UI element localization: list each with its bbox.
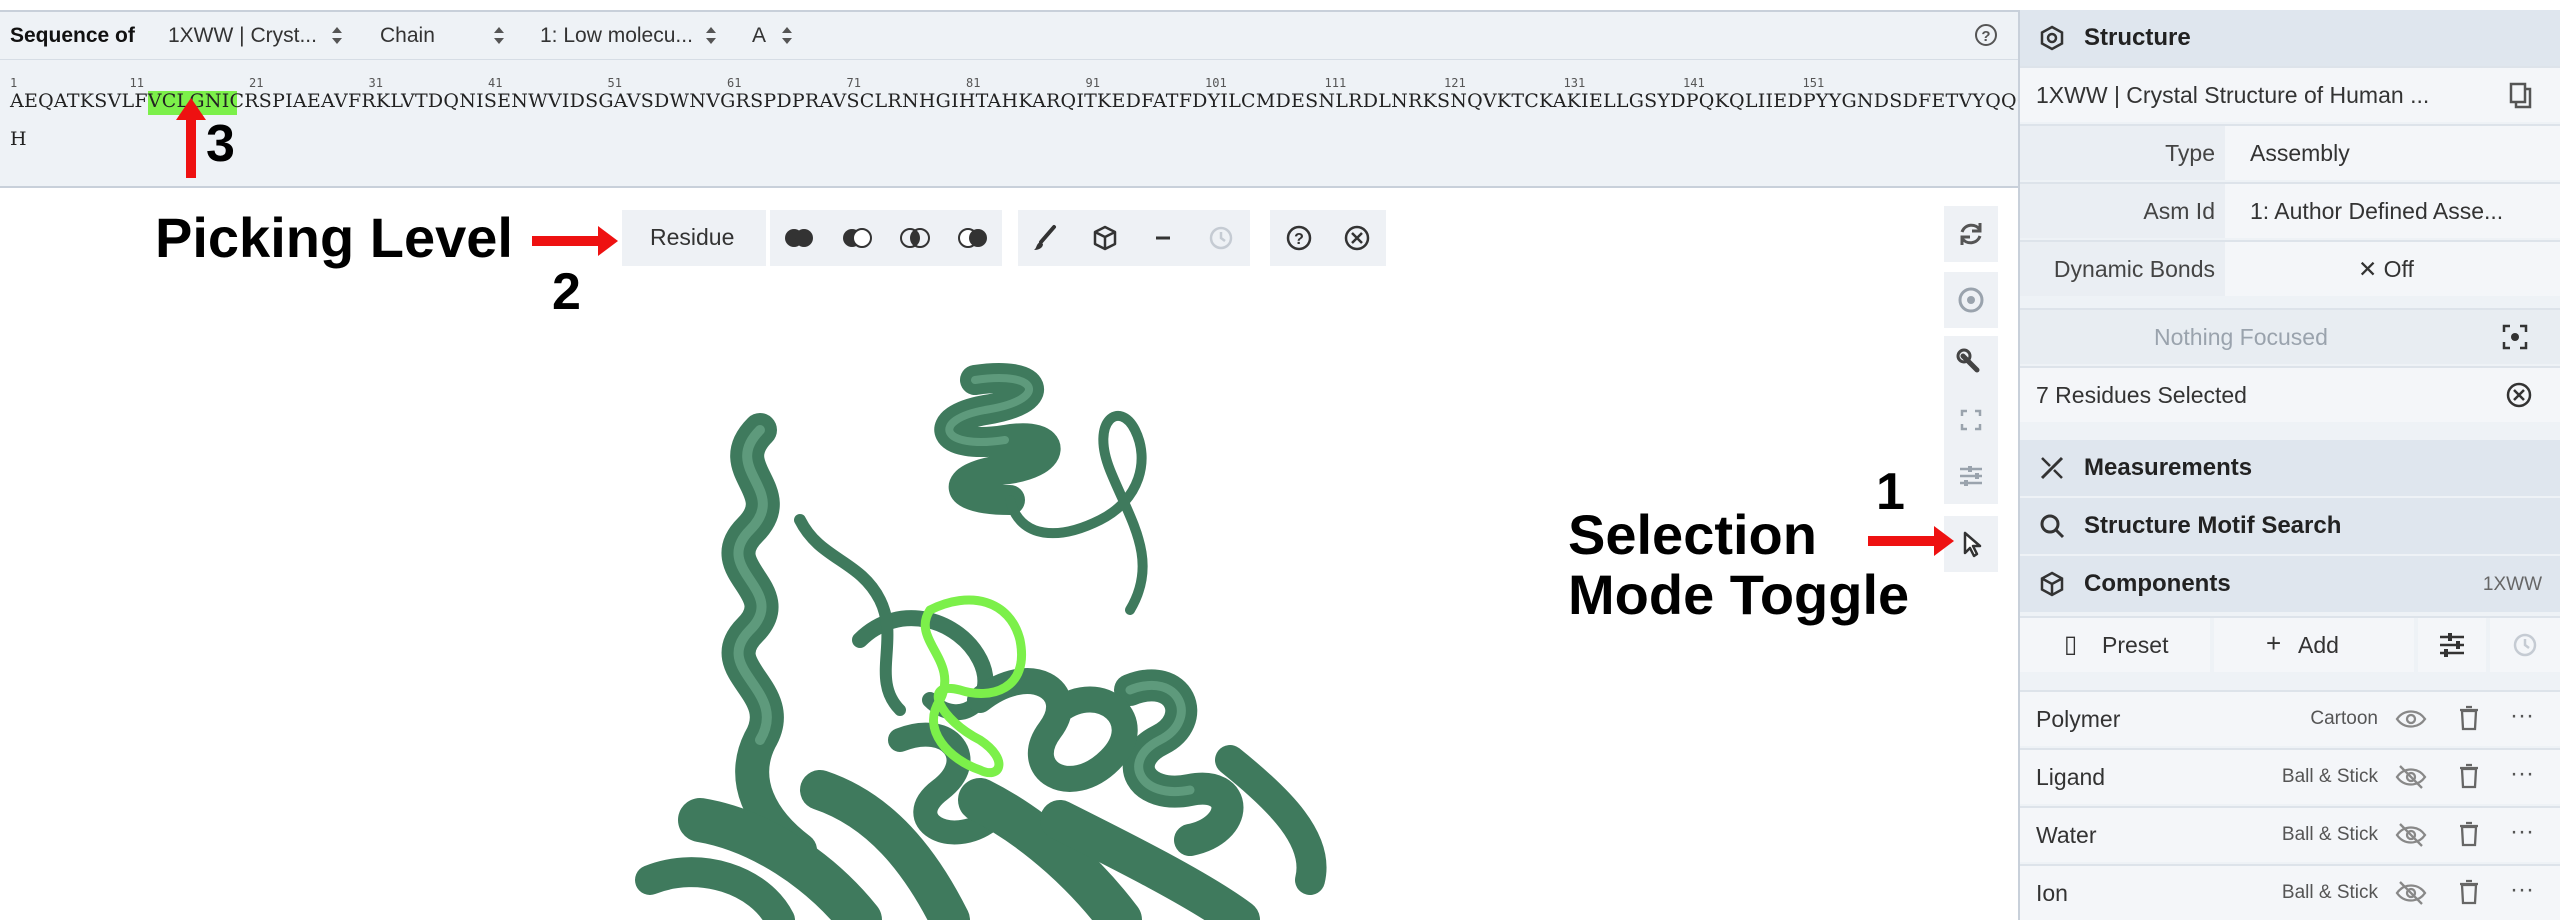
- component-representation[interactable]: Ball & Stick: [2258, 866, 2378, 920]
- structure-entry-row[interactable]: 1XWW | Crystal Structure of Human ...: [2020, 66, 2560, 122]
- add-component-button[interactable]: + Add: [2214, 618, 2414, 672]
- asm-id-value[interactable]: 1: Author Defined Asse...: [2250, 184, 2503, 238]
- preset-button[interactable]: ▯ Preset: [2020, 618, 2210, 672]
- eye-off-icon[interactable]: [2394, 878, 2428, 908]
- component-row[interactable]: Ion Ball & Stick ···: [2020, 864, 2560, 920]
- dynamic-bonds-label: Dynamic Bonds: [2020, 242, 2225, 296]
- component-name: Polymer: [2036, 706, 2121, 732]
- bookmark-icon: ▯: [2064, 631, 2078, 658]
- trash-icon[interactable]: [2454, 818, 2484, 850]
- component-options-button[interactable]: [2418, 618, 2486, 672]
- focus-text: Nothing Focused: [2154, 324, 2328, 350]
- eye-icon[interactable]: [2394, 704, 2428, 734]
- arrow-2-shaft: [532, 236, 602, 246]
- structure-icon: [2040, 25, 2064, 51]
- component-name: Ligand: [2036, 764, 2106, 790]
- asm-id-label: Asm Id: [2020, 184, 2225, 238]
- focus-row[interactable]: Nothing Focused: [2020, 308, 2560, 364]
- type-value[interactable]: Assembly: [2250, 126, 2350, 180]
- component-name: Ion: [2036, 880, 2068, 906]
- asm-id-row[interactable]: Asm Id 1: Author Defined Asse...: [2020, 182, 2560, 238]
- component-representation[interactable]: Cartoon: [2258, 692, 2378, 746]
- trash-icon[interactable]: [2454, 702, 2484, 734]
- focus-target-icon[interactable]: [2500, 322, 2530, 352]
- structure-entry-text: 1XWW | Crystal Structure of Human ...: [2036, 82, 2430, 108]
- more-options-icon[interactable]: ···: [2510, 876, 2534, 904]
- measurements-header[interactable]: Measurements: [2020, 440, 2560, 496]
- copy-icon[interactable]: [2504, 80, 2534, 110]
- components-tag: 1XWW: [2482, 574, 2542, 595]
- cube-icon: [2040, 571, 2064, 597]
- components-title: Components: [2084, 570, 2231, 597]
- arrow-1-shaft: [1868, 536, 1938, 546]
- search-icon: [2040, 514, 2065, 539]
- more-options-icon[interactable]: ···: [2510, 760, 2534, 788]
- component-undo-button[interactable]: [2490, 618, 2560, 672]
- structure-header[interactable]: Structure: [2020, 10, 2560, 66]
- components-header[interactable]: Components 1XWW: [2020, 556, 2560, 612]
- type-row[interactable]: Type Assembly: [2020, 124, 2560, 180]
- plus-icon: +: [2266, 628, 2282, 658]
- eye-off-icon[interactable]: [2394, 762, 2428, 792]
- preset-label: Preset: [2102, 632, 2169, 658]
- eye-off-icon[interactable]: [2394, 820, 2428, 850]
- more-options-icon[interactable]: ···: [2510, 702, 2534, 730]
- arrow-1-head: [1934, 526, 1954, 556]
- more-options-icon[interactable]: ···: [2510, 818, 2534, 846]
- component-row[interactable]: Ligand Ball & Stick ···: [2020, 748, 2560, 804]
- component-row[interactable]: Water Ball & Stick ···: [2020, 806, 2560, 862]
- component-representation[interactable]: Ball & Stick: [2258, 808, 2378, 862]
- dynamic-bonds-toggle[interactable]: ✕ Off: [2358, 242, 2414, 296]
- ruler-icon: [2040, 456, 2064, 480]
- selection-count: 7 Residues Selected: [2036, 382, 2247, 408]
- component-row[interactable]: Polymer Cartoon ···: [2020, 690, 2560, 746]
- dynamic-bonds-row[interactable]: Dynamic Bonds ✕ Off: [2020, 240, 2560, 296]
- component-name: Water: [2036, 822, 2097, 848]
- trash-icon[interactable]: [2454, 760, 2484, 792]
- components-toolbar: ▯ Preset + Add: [2020, 616, 2560, 674]
- clear-selection-icon[interactable]: [2504, 380, 2534, 410]
- measurements-title: Measurements: [2084, 454, 2253, 481]
- type-label: Type: [2020, 126, 2225, 180]
- motif-search-title: Structure Motif Search: [2084, 512, 2342, 539]
- arrow-3-head: [176, 98, 206, 120]
- structure-title: Structure: [2084, 24, 2191, 51]
- arrow-3-shaft: [186, 116, 196, 178]
- trash-icon[interactable]: [2454, 876, 2484, 908]
- add-label: Add: [2298, 632, 2339, 658]
- arrow-2-head: [598, 226, 618, 256]
- history-icon: [2513, 633, 2537, 657]
- motif-search-header[interactable]: Structure Motif Search: [2020, 498, 2560, 554]
- right-panel: Structure 1XWW | Crystal Structure of Hu…: [2018, 10, 2560, 920]
- tune-icon: [2440, 633, 2464, 657]
- x-icon: ✕: [2358, 256, 2384, 282]
- dynamic-bonds-value: Off: [2383, 256, 2414, 282]
- component-representation[interactable]: Ball & Stick: [2258, 750, 2378, 804]
- selection-row[interactable]: 7 Residues Selected: [2020, 366, 2560, 422]
